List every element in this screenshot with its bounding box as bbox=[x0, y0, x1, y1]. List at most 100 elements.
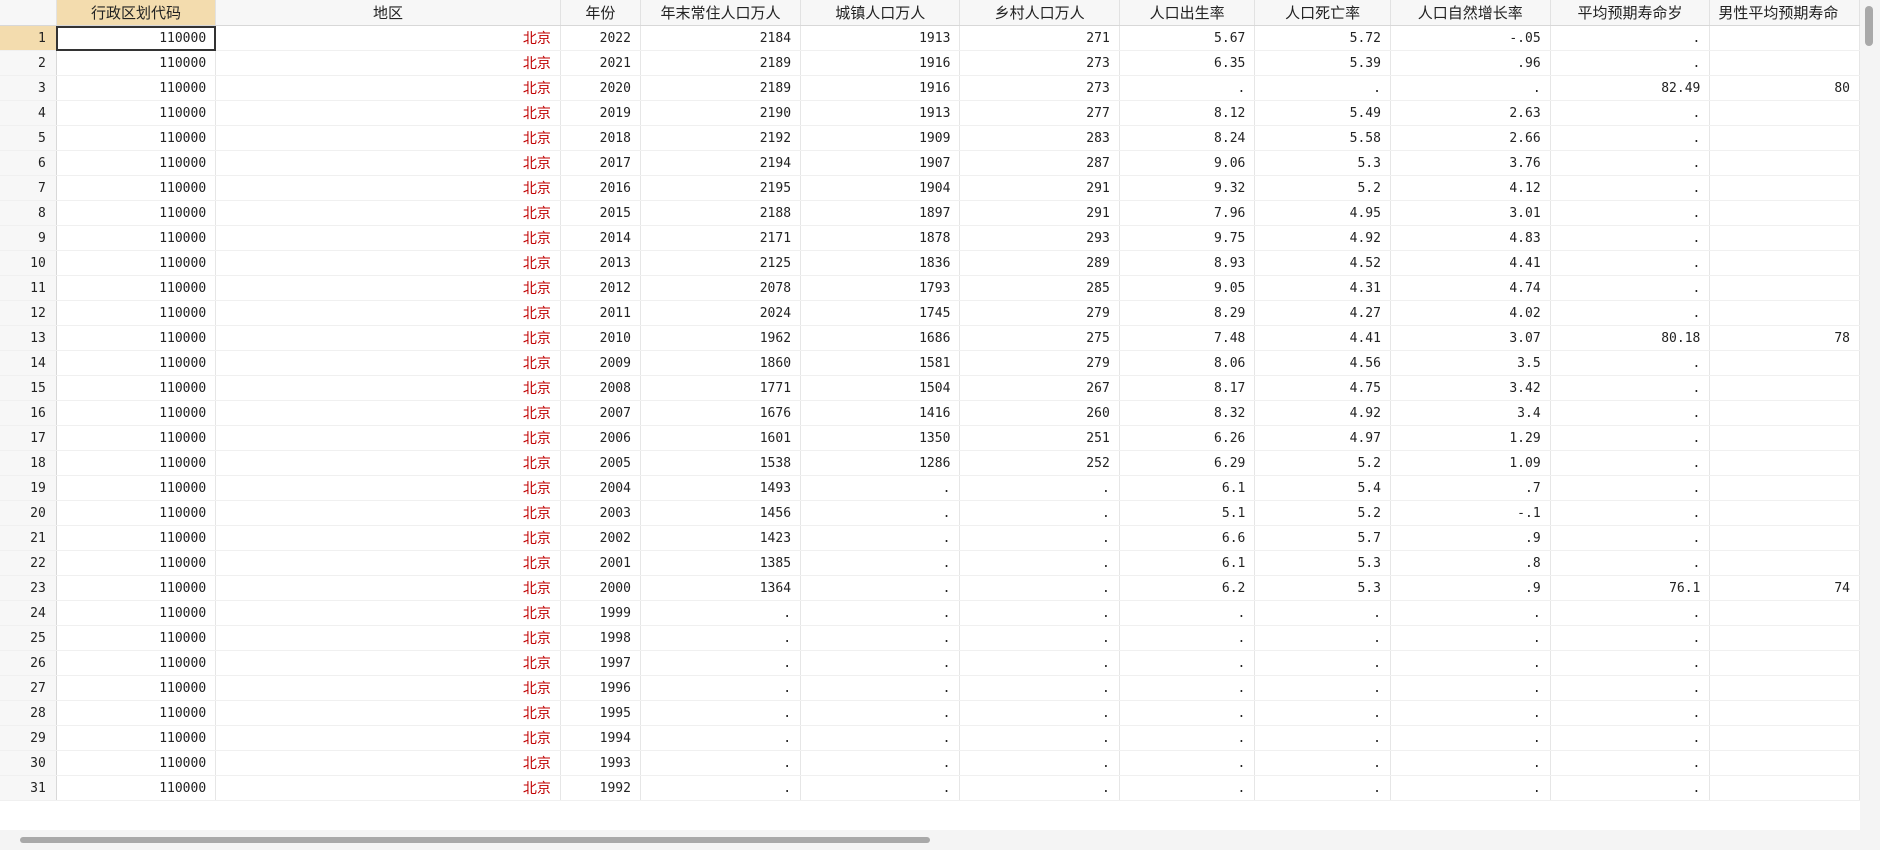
table-cell[interactable]: . bbox=[1119, 650, 1256, 676]
table-row[interactable]: 2 110000 北京 2021 2189 1916 273 6.35 5.39.96. bbox=[0, 50, 1860, 76]
table-cell[interactable]: 北京 bbox=[215, 450, 561, 476]
table-row[interactable]: 22 110000 北京 2001 1385.. 6.1 5.3.8. bbox=[0, 550, 1860, 576]
table-cell[interactable]: . bbox=[1254, 675, 1391, 701]
table-cell[interactable]: . bbox=[1550, 550, 1711, 576]
table-cell[interactable]: 2006 bbox=[560, 425, 641, 451]
table-cell[interactable]: . bbox=[640, 700, 802, 726]
row-number[interactable]: 3 bbox=[0, 75, 57, 101]
table-cell[interactable]: 1793 bbox=[800, 275, 961, 301]
table-cell[interactable] bbox=[1709, 750, 1860, 776]
table-cell[interactable]: 北京 bbox=[215, 600, 561, 626]
table-cell[interactable]: 110000 bbox=[56, 200, 217, 226]
table-cell[interactable]: 80 bbox=[1709, 75, 1860, 101]
table-cell[interactable]: 110000 bbox=[56, 75, 217, 101]
table-cell[interactable]: . bbox=[640, 725, 802, 751]
table-cell[interactable]: . bbox=[1254, 700, 1391, 726]
table-cell[interactable] bbox=[1709, 300, 1860, 326]
table-cell[interactable]: 北京 bbox=[215, 625, 561, 651]
table-cell[interactable]: 5.3 bbox=[1254, 550, 1391, 576]
table-cell[interactable]: 110000 bbox=[56, 175, 217, 201]
row-number[interactable]: 29 bbox=[0, 725, 57, 751]
table-cell[interactable] bbox=[1709, 375, 1860, 401]
table-cell[interactable]: 1456 bbox=[640, 500, 802, 526]
table-cell[interactable]: 110000 bbox=[56, 325, 217, 351]
table-cell[interactable]: 1745 bbox=[800, 300, 961, 326]
table-cell[interactable]: . bbox=[959, 750, 1120, 776]
table-cell[interactable]: . bbox=[1390, 725, 1551, 751]
table-row[interactable]: 6 110000 北京 2017 2194 1907 287 9.06 5.3 3.76. bbox=[0, 150, 1860, 176]
table-cell[interactable]: 1504 bbox=[800, 375, 961, 401]
table-cell[interactable] bbox=[1709, 100, 1860, 126]
table-cell[interactable]: . bbox=[1550, 700, 1711, 726]
table-cell[interactable]: 1996 bbox=[560, 675, 641, 701]
row-number[interactable]: 10 bbox=[0, 250, 57, 276]
table-cell[interactable]: 110000 bbox=[56, 450, 217, 476]
table-cell[interactable]: . bbox=[1390, 750, 1551, 776]
table-cell[interactable]: . bbox=[1550, 600, 1711, 626]
table-cell[interactable]: 9.75 bbox=[1119, 225, 1256, 251]
table-cell[interactable]: 8.06 bbox=[1119, 350, 1256, 376]
table-cell[interactable]: . bbox=[1254, 625, 1391, 651]
table-cell[interactable]: 1909 bbox=[800, 125, 961, 151]
table-cell[interactable] bbox=[1709, 425, 1860, 451]
table-cell[interactable]: . bbox=[959, 700, 1120, 726]
table-cell[interactable]: 北京 bbox=[215, 675, 561, 701]
table-cell[interactable]: 273 bbox=[959, 50, 1120, 76]
table-cell[interactable] bbox=[1709, 350, 1860, 376]
table-cell[interactable] bbox=[1709, 600, 1860, 626]
table-cell[interactable]: 北京 bbox=[215, 575, 561, 601]
table-cell[interactable]: 4.02 bbox=[1390, 300, 1551, 326]
table-cell[interactable]: . bbox=[800, 625, 961, 651]
table-cell[interactable]: 北京 bbox=[215, 50, 561, 76]
table-cell[interactable]: 2189 bbox=[640, 50, 802, 76]
table-cell[interactable]: 北京 bbox=[215, 100, 561, 126]
table-cell[interactable]: 1364 bbox=[640, 575, 802, 601]
table-cell[interactable]: 1904 bbox=[800, 175, 961, 201]
table-cell[interactable]: 110000 bbox=[56, 400, 217, 426]
table-row[interactable]: 20 110000 北京 2003 1456.. 5.1 5.2 -.1. bbox=[0, 500, 1860, 526]
row-number[interactable]: 5 bbox=[0, 125, 57, 151]
row-number[interactable]: 14 bbox=[0, 350, 57, 376]
table-cell[interactable]: 279 bbox=[959, 350, 1120, 376]
table-row[interactable]: 31 110000 北京 1992....... bbox=[0, 775, 1860, 801]
table-cell[interactable]: 275 bbox=[959, 325, 1120, 351]
table-cell[interactable]: 2008 bbox=[560, 375, 641, 401]
table-cell[interactable]: 78 bbox=[1709, 325, 1860, 351]
table-cell[interactable]: . bbox=[1254, 775, 1391, 801]
table-cell[interactable]: 7.48 bbox=[1119, 325, 1256, 351]
row-number[interactable]: 9 bbox=[0, 225, 57, 251]
table-cell[interactable]: 287 bbox=[959, 150, 1120, 176]
table-cell[interactable] bbox=[1709, 50, 1860, 76]
table-cell[interactable]: 5.4 bbox=[1254, 475, 1391, 501]
table-cell[interactable]: . bbox=[1550, 625, 1711, 651]
table-cell[interactable]: . bbox=[1550, 750, 1711, 776]
column-header[interactable]: 乡村人口万人 bbox=[959, 0, 1120, 26]
table-cell[interactable]: 1999 bbox=[560, 600, 641, 626]
table-cell[interactable]: 110000 bbox=[56, 275, 217, 301]
table-cell[interactable]: . bbox=[959, 550, 1120, 576]
table-cell[interactable]: 2005 bbox=[560, 450, 641, 476]
table-cell[interactable]: 110000 bbox=[56, 500, 217, 526]
table-cell[interactable]: 279 bbox=[959, 300, 1120, 326]
row-number[interactable]: 30 bbox=[0, 750, 57, 776]
table-cell[interactable]: 1994 bbox=[560, 725, 641, 751]
table-cell[interactable]: 5.3 bbox=[1254, 575, 1391, 601]
table-cell[interactable]: 1897 bbox=[800, 200, 961, 226]
horizontal-scroll-thumb[interactable] bbox=[20, 837, 930, 843]
table-cell[interactable]: 5.2 bbox=[1254, 450, 1391, 476]
table-cell[interactable]: . bbox=[1550, 450, 1711, 476]
table-cell[interactable]: . bbox=[1254, 600, 1391, 626]
table-cell[interactable]: 3.01 bbox=[1390, 200, 1551, 226]
table-cell[interactable]: 1493 bbox=[640, 475, 802, 501]
table-cell[interactable]: . bbox=[800, 650, 961, 676]
table-row[interactable]: 11 110000 北京 2012 2078 1793 285 9.05 4.31 4.74. bbox=[0, 275, 1860, 301]
table-cell[interactable]: -.1 bbox=[1390, 500, 1551, 526]
row-number[interactable]: 22 bbox=[0, 550, 57, 576]
table-cell[interactable] bbox=[1709, 775, 1860, 801]
table-cell[interactable]: 1686 bbox=[800, 325, 961, 351]
table-cell[interactable]: . bbox=[640, 775, 802, 801]
table-cell[interactable]: 110000 bbox=[56, 225, 217, 251]
table-cell[interactable]: 4.92 bbox=[1254, 400, 1391, 426]
table-cell[interactable]: 110000 bbox=[56, 350, 217, 376]
table-cell[interactable]: . bbox=[1254, 650, 1391, 676]
